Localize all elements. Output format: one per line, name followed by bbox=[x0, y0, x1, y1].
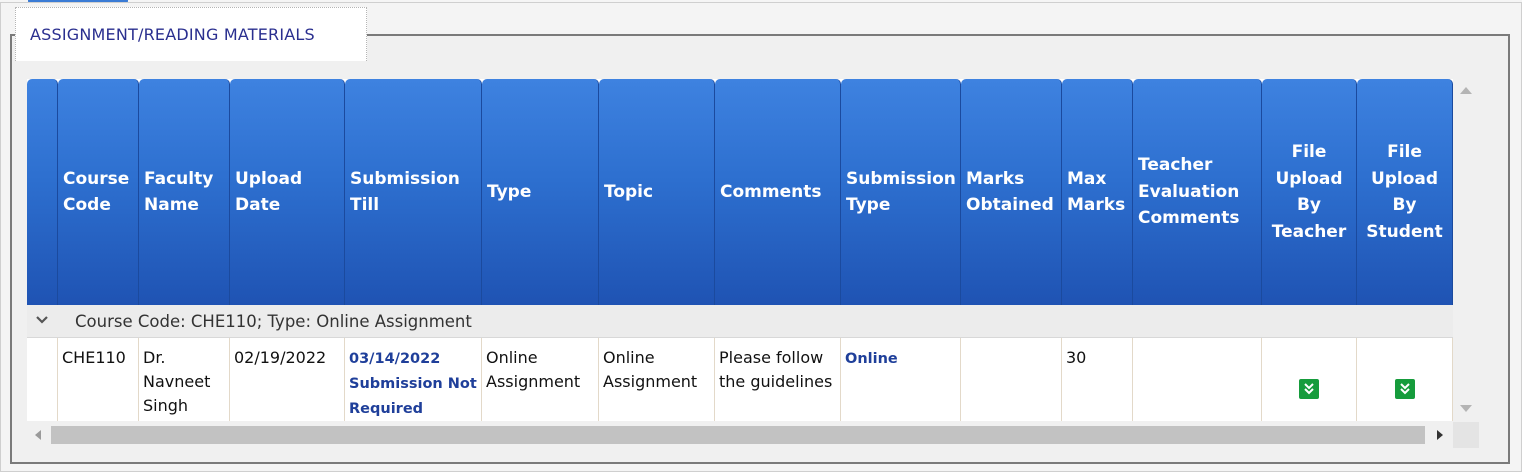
assignments-grid: Course Code Faculty Name Upload Date Sub… bbox=[27, 79, 1453, 421]
cell-upload-date: 02/19/2022 bbox=[230, 338, 345, 421]
scroll-down-icon[interactable] bbox=[1460, 405, 1472, 412]
header-file-upload-student[interactable]: File Upload By Student bbox=[1357, 79, 1453, 305]
group-cell: Course Code: CHE110; Type: Online Assign… bbox=[27, 305, 1453, 338]
header-comments[interactable]: Comments bbox=[715, 79, 841, 305]
cell-submission-type: Online bbox=[841, 338, 961, 421]
header-type[interactable]: Type bbox=[482, 79, 599, 305]
download-icon[interactable] bbox=[1299, 378, 1319, 399]
submission-till-note: Submission Not Required bbox=[349, 376, 477, 417]
download-icon[interactable] bbox=[1394, 378, 1415, 399]
header-row: Course Code Faculty Name Upload Date Sub… bbox=[27, 79, 1453, 305]
header-topic[interactable]: Topic bbox=[599, 79, 715, 305]
table-row: CHE110 Dr. Navneet Singh 02/19/2022 03/1… bbox=[27, 338, 1453, 421]
header-upload-date[interactable]: Upload Date bbox=[230, 79, 345, 305]
assignments-table: Course Code Faculty Name Upload Date Sub… bbox=[27, 79, 1453, 421]
header-max-marks[interactable]: Max Marks bbox=[1062, 79, 1133, 305]
vertical-scrollbar[interactable] bbox=[1453, 79, 1479, 421]
cell-type: Online Assignment bbox=[482, 338, 599, 421]
cell-comments: Please follow the guidelines bbox=[715, 338, 841, 421]
header-expander bbox=[27, 79, 58, 305]
header-submission-type[interactable]: Submission Type bbox=[841, 79, 961, 305]
submission-type-link[interactable]: Online bbox=[845, 351, 898, 367]
header-course-code[interactable]: Course Code bbox=[58, 79, 139, 305]
scroll-up-icon[interactable] bbox=[1460, 87, 1472, 94]
horizontal-scroll-thumb[interactable] bbox=[51, 426, 1425, 444]
cell-file-upload-student bbox=[1357, 338, 1453, 421]
header-teacher-eval-comments[interactable]: Teacher Evaluation Comments bbox=[1133, 79, 1262, 305]
header-file-upload-teacher[interactable]: File Upload By Teacher bbox=[1262, 79, 1357, 305]
cell-submission-till: 03/14/2022 Submission Not Required bbox=[345, 338, 482, 421]
cell-faculty-name: Dr. Navneet Singh bbox=[139, 338, 230, 421]
cell-file-upload-teacher bbox=[1262, 338, 1357, 421]
row-indent-cell bbox=[27, 338, 58, 421]
header-submission-till[interactable]: Submission Till bbox=[345, 79, 482, 305]
cell-marks-obtained bbox=[961, 338, 1062, 421]
group-label: Course Code: CHE110; Type: Online Assign… bbox=[75, 311, 472, 331]
chevron-down-icon[interactable] bbox=[27, 313, 57, 329]
scroll-left-icon[interactable] bbox=[35, 430, 41, 440]
scroll-right-icon[interactable] bbox=[1437, 430, 1443, 440]
content-panel: ASSIGNMENT/READING MATERIALS Course Code… bbox=[0, 2, 1522, 472]
header-faculty-name[interactable]: Faculty Name bbox=[139, 79, 230, 305]
scrollbar-corner bbox=[1453, 422, 1479, 448]
cell-course-code: CHE110 bbox=[58, 338, 139, 421]
group-row[interactable]: Course Code: CHE110; Type: Online Assign… bbox=[27, 305, 1453, 338]
submission-till-date: 03/14/2022 bbox=[349, 351, 441, 367]
cell-max-marks: 30 bbox=[1062, 338, 1133, 421]
header-marks-obtained[interactable]: Marks Obtained bbox=[961, 79, 1062, 305]
section-title: ASSIGNMENT/READING MATERIALS bbox=[15, 7, 367, 61]
cell-topic: Online Assignment bbox=[599, 338, 715, 421]
horizontal-scrollbar[interactable] bbox=[27, 422, 1453, 448]
cell-teacher-eval-comments bbox=[1133, 338, 1262, 421]
